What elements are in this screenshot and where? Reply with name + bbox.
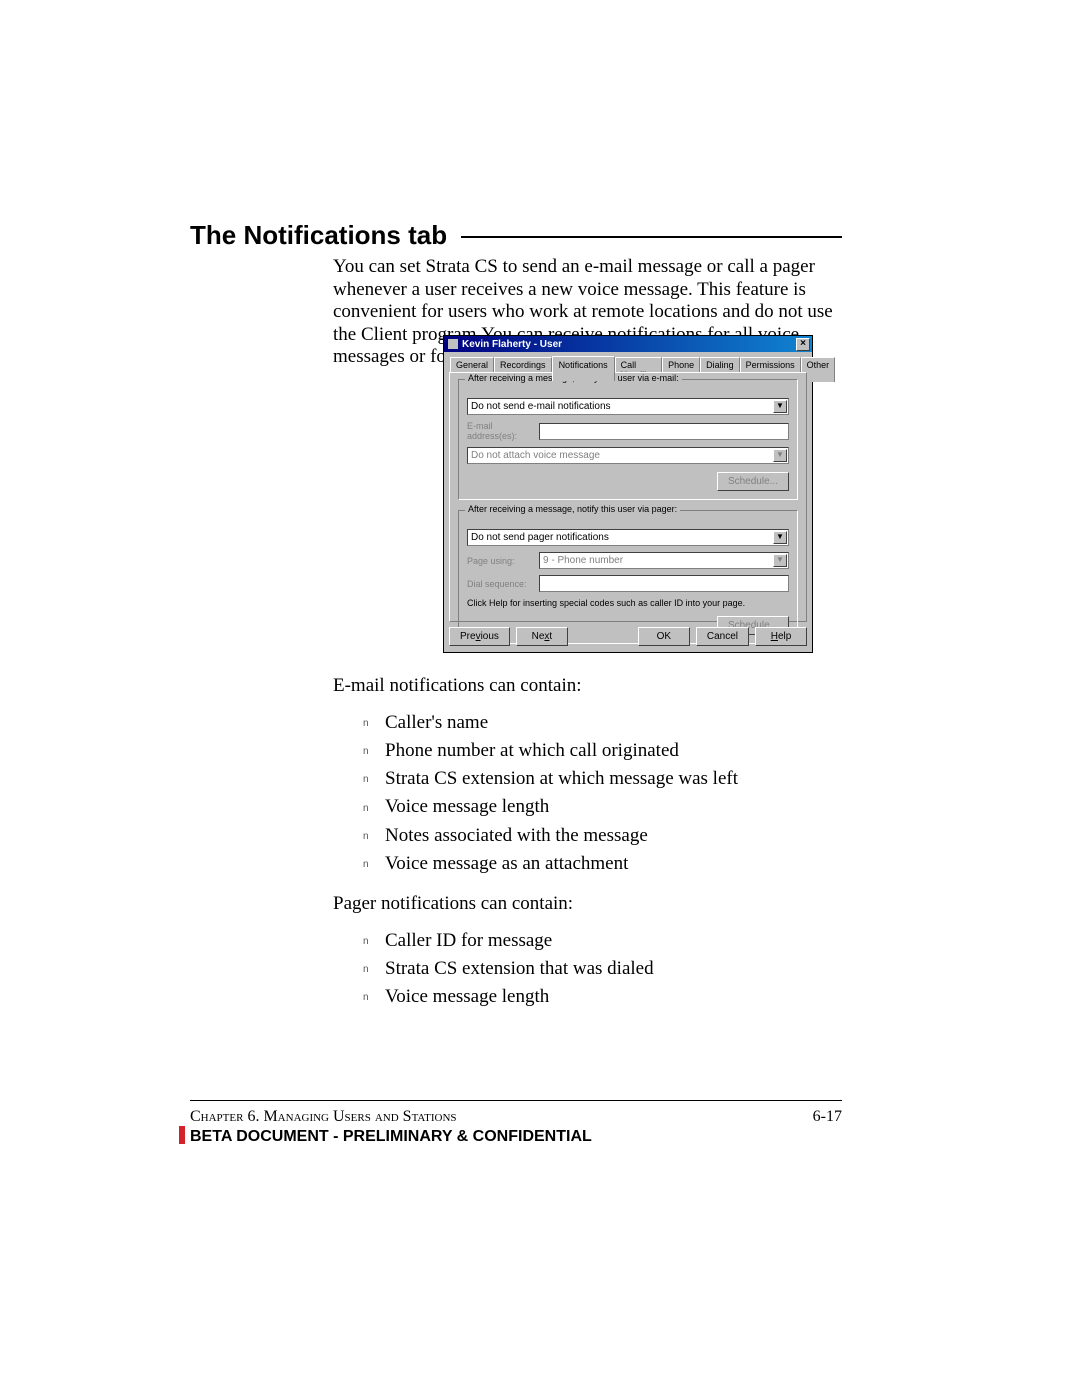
pager-bullets: nCaller ID for message nStrata CS extens… — [363, 927, 842, 1011]
footer-chapter: Chapter 6. Managing Users and Stations — [190, 1108, 457, 1126]
previous-button[interactable]: Previous — [449, 627, 510, 646]
email-lead: E-mail notifications can contain: — [333, 674, 842, 697]
section-heading-text: The Notifications tab — [190, 220, 447, 251]
footer-rule — [190, 1100, 842, 1101]
combo-attach-voice: Do not attach voice message ▼ — [467, 447, 789, 464]
dialog-title: Kevin Flaherty - User — [462, 339, 796, 350]
pager-lead: Pager notifications can contain: — [333, 892, 842, 915]
list-item: nStrata CS extension that was dialed — [363, 955, 842, 983]
chevron-down-icon: ▼ — [773, 554, 787, 567]
list-item: nVoice message length — [363, 983, 842, 1011]
group-pager: After receiving a message, notify this u… — [458, 510, 798, 644]
titlebar-icon — [448, 339, 458, 349]
body-text: E-mail notifications can contain: nCalle… — [333, 674, 842, 1011]
list-item: nCaller's name — [363, 709, 842, 737]
chevron-down-icon[interactable]: ▼ — [773, 531, 787, 544]
combo-page-using-value: 9 - Phone number — [543, 555, 623, 566]
combo-email-notify-value: Do not send e-mail notifications — [471, 401, 611, 412]
group-email: After receiving a message, notify this u… — [458, 379, 798, 500]
list-item: nPhone number at which call originated — [363, 737, 842, 765]
group-pager-title: After receiving a message, notify this u… — [465, 504, 680, 514]
pager-help-note: Click Help for inserting special codes s… — [467, 598, 789, 608]
dialog-screenshot: Kevin Flaherty - User × General Recordin… — [443, 335, 813, 653]
dialog-button-row: Previous Next OK Cancel Help — [449, 627, 807, 646]
user-properties-dialog: Kevin Flaherty - User × General Recordin… — [443, 335, 813, 653]
list-item: nVoice message as an attachment — [363, 850, 842, 878]
email-bullets: nCaller's name nPhone number at which ca… — [363, 709, 842, 878]
list-item: nStrata CS extension at which message wa… — [363, 765, 842, 793]
change-bar-icon — [179, 1126, 185, 1144]
help-button[interactable]: Help — [755, 627, 807, 646]
list-item: nNotes associated with the message — [363, 822, 842, 850]
cancel-button[interactable]: Cancel — [696, 627, 749, 646]
close-icon[interactable]: × — [796, 338, 810, 351]
document-page: The Notifications tab You can set Strata… — [0, 0, 1080, 1397]
tab-notifications[interactable]: Notifications — [552, 356, 615, 381]
ok-button[interactable]: OK — [638, 627, 690, 646]
heading-rule — [461, 236, 842, 238]
input-email-addresses — [539, 423, 789, 440]
chevron-down-icon: ▼ — [773, 449, 787, 462]
section-heading: The Notifications tab — [190, 220, 842, 251]
combo-pager-notify-value: Do not send pager notifications — [471, 532, 609, 543]
input-dial-sequence — [539, 575, 789, 592]
chevron-down-icon[interactable]: ▼ — [773, 400, 787, 413]
label-email-addresses: E-mail address(es): — [467, 421, 539, 441]
dialog-titlebar[interactable]: Kevin Flaherty - User × — [444, 336, 812, 352]
page-number: 6-17 — [813, 1108, 842, 1126]
label-dial-sequence: Dial sequence: — [467, 579, 539, 589]
combo-page-using: 9 - Phone number ▼ — [539, 552, 789, 569]
combo-pager-notify[interactable]: Do not send pager notifications ▼ — [467, 529, 789, 546]
label-page-using: Page using: — [467, 556, 539, 566]
tab-body: After receiving a message, notify this u… — [449, 372, 807, 622]
footer-confidential: BETA DOCUMENT - PRELIMINARY & CONFIDENTI… — [190, 1128, 842, 1146]
footer-row: Chapter 6. Managing Users and Stations 6… — [190, 1108, 842, 1126]
next-button[interactable]: Next — [516, 627, 568, 646]
list-item: nCaller ID for message — [363, 927, 842, 955]
combo-attach-voice-value: Do not attach voice message — [471, 450, 600, 461]
combo-email-notify[interactable]: Do not send e-mail notifications ▼ — [467, 398, 789, 415]
list-item: nVoice message length — [363, 793, 842, 821]
button-schedule-email: Schedule... — [717, 472, 789, 491]
